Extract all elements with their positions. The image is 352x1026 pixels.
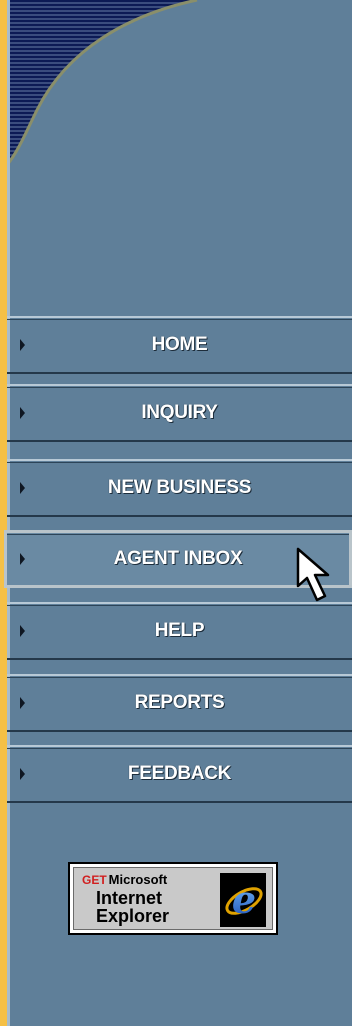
badge-explorer-label: Explorer [96,906,170,926]
nav-item-inquiry[interactable]: INQUIRY [7,384,352,442]
badge-get-label: GET [82,873,107,887]
nav-item-feedback[interactable]: FEEDBACK [7,745,352,803]
nav-item-help[interactable]: HELP [7,602,352,660]
nav-item-reports[interactable]: REPORTS [7,674,352,732]
nav-item-home[interactable]: HOME [7,316,352,374]
nav-item-label: FEEDBACK [127,763,232,784]
nav-item-label: NEW BUSINESS [107,477,252,498]
internet-explorer-logo-icon: e [220,873,266,927]
nav-item-label: INQUIRY [141,402,218,423]
badge-internet-label: Internet [96,888,163,908]
nav-item-new-business[interactable]: NEW BUSINESS [7,459,352,517]
nav-item-label: HELP [154,620,205,641]
mouse-pointer-icon [296,547,330,602]
nav-item-label: HOME [151,334,208,355]
badge-microsoft-label: Microsoft [108,872,168,887]
page-frame: HOME INQUIRY NEW BUSINESS AGENT INBOX HE… [0,0,352,1026]
get-internet-explorer-badge[interactable]: GET Microsoft Internet Explorer e [68,862,278,935]
nav-item-label: REPORTS [134,692,225,713]
svg-text:e: e [232,877,256,922]
badge-text: GET Microsoft Internet Explorer [82,872,222,925]
badge-inner: GET Microsoft Internet Explorer e [73,867,273,930]
